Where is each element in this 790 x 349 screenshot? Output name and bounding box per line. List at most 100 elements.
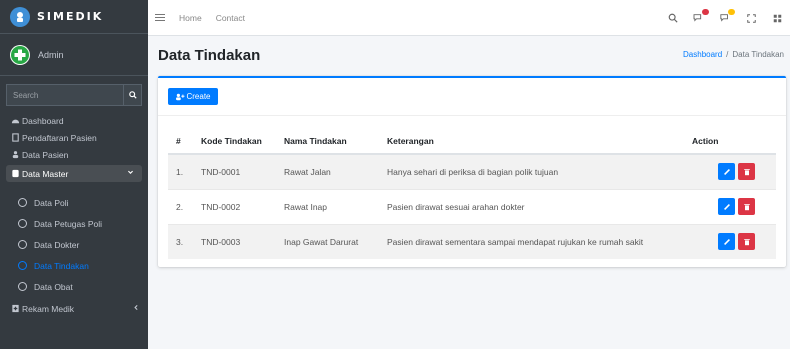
brand-name: SIMEDIK [37,10,104,23]
cell-kode: TND-0001 [193,153,276,189]
submenu-item-data-tindakan[interactable]: Data Tindakan [0,255,148,276]
cell-action [684,223,776,259]
cell-nama: Rawat Jalan [276,153,379,189]
edit-button[interactable] [718,198,735,215]
sidebar-item-label: Pendaftaran Pasien [22,132,97,143]
cell-nama: Rawat Inap [276,188,379,224]
cell-keterangan: Hanya sehari di periksa di bagian polik … [379,153,684,189]
sidebar-item-label: Data Master [22,168,69,179]
trash-icon [743,203,750,210]
submenu-item-label: Data Obat [34,281,73,292]
book-medical-icon [11,304,20,313]
column-header-action: Action [684,128,776,155]
messages-badge [702,9,709,15]
table-header-row: # Kode Tindakan Nama Tindakan Keterangan… [168,128,776,155]
notifications-badge [728,9,735,15]
sidebar-item-label: Rekam Medik [22,303,74,314]
sidebar-item-dashboard[interactable]: Dashboard [0,112,148,129]
table-row: 3. TND-0003 Inap Gawat Darurat Pasien di… [168,223,776,259]
clipboard-icon [11,133,20,142]
column-header-kode: Kode Tindakan [193,128,276,155]
circle-icon [18,282,27,291]
menu-toggle-icon[interactable] [155,13,165,22]
nav-link-home[interactable]: Home [179,13,202,23]
pencil-icon [723,238,730,245]
nav-link-contact[interactable]: Contact [216,13,245,23]
circle-icon [18,240,27,249]
cell-action [684,188,776,224]
cell-no: 2. [168,188,193,224]
card-header: Create [158,78,786,116]
trash-icon [743,168,750,175]
users-icon [11,150,20,159]
cell-action [684,153,776,189]
control-sidebar-button[interactable] [764,14,790,23]
edit-button[interactable] [718,233,735,251]
breadcrumb-current: Data Tindakan [732,50,784,59]
grid-icon [773,14,781,22]
user-panel[interactable]: Admin [0,34,148,76]
navbar-actions [660,0,790,36]
navbar-search-button[interactable] [660,13,686,23]
submenu-item-data-poli[interactable]: Data Poli [0,192,148,213]
cell-keterangan: Pasien dirawat sesuai arahan dokter [379,188,684,224]
row-actions [692,198,776,215]
notifications-button[interactable] [712,9,738,23]
brand-logo-icon [10,6,30,27]
circle-icon [18,219,27,228]
table-row: 2. TND-0002 Rawat Inap Pasien dirawat se… [168,188,776,224]
sidebar-item-pendaftaran-pasien[interactable]: Pendaftaran Pasien [0,129,148,146]
sidebar: SIMEDIK Admin Dashboard Pendaftaran Pasi… [0,0,148,349]
sidebar-item-data-pasien[interactable]: Data Pasien [0,146,148,163]
chevron-left-icon [133,304,140,313]
column-header-nama: Nama Tindakan [276,128,379,155]
circle-icon [18,198,27,207]
content-header: Data Tindakan Dashboard / Data Tindakan [148,36,790,76]
cell-keterangan: Pasien dirawat sementara sampai mendapat… [379,223,684,259]
chevron-down-icon [127,169,134,178]
create-button[interactable]: Create [168,88,218,105]
top-navbar: Home Contact [148,0,790,36]
sidebar-search-button[interactable] [123,84,142,106]
submenu-item-data-dokter[interactable]: Data Dokter [0,234,148,255]
create-button-label: Create [186,92,211,101]
delete-button[interactable] [738,198,755,215]
table-row: 1. TND-0001 Rawat Jalan Hanya sehari di … [168,153,776,189]
tachometer-icon [11,116,20,125]
cell-nama: Inap Gawat Darurat [276,223,379,259]
messages-button[interactable] [686,9,712,23]
row-actions [692,163,776,181]
circle-icon [18,261,27,270]
sidebar-search-input[interactable] [6,84,123,106]
pencil-icon [723,168,730,175]
search-icon [128,91,137,99]
submenu-item-data-obat[interactable]: Data Obat [0,276,148,297]
cell-kode: TND-0002 [193,188,276,224]
delete-button[interactable] [738,163,755,181]
submenu-item-label: Data Poli [34,197,69,208]
submenu-item-label: Data Petugas Poli [34,218,103,229]
breadcrumb-link-dashboard[interactable]: Dashboard [683,50,722,59]
sidebar-item-data-master[interactable]: Data Master [6,165,142,182]
cell-no: 3. [168,223,193,259]
user-name: Admin [38,49,64,60]
cell-no: 1. [168,153,193,189]
tindakan-table: # Kode Tindakan Nama Tindakan Keterangan… [168,128,776,259]
submenu-item-data-petugas-poli[interactable]: Data Petugas Poli [0,213,148,234]
sidebar-item-label: Dashboard [22,115,64,126]
delete-button[interactable] [738,233,755,251]
edit-button[interactable] [718,163,735,181]
breadcrumb: Dashboard / Data Tindakan [683,50,784,59]
user-plus-icon [175,93,185,101]
expand-icon [746,13,756,23]
submenu-item-label: Data Dokter [34,239,80,250]
brand[interactable]: SIMEDIK [0,0,148,34]
submenu-spacer [0,184,148,192]
tindakan-card: Create # Kode Tindakan Nama Tindakan Ket… [158,76,786,267]
fullscreen-button[interactable] [738,13,764,23]
trash-icon [743,238,750,245]
search-icon [668,13,678,23]
sidebar-search [6,84,142,106]
sidebar-item-rekam-medik[interactable]: Rekam Medik [0,300,148,317]
medical-cross-icon [10,44,30,65]
